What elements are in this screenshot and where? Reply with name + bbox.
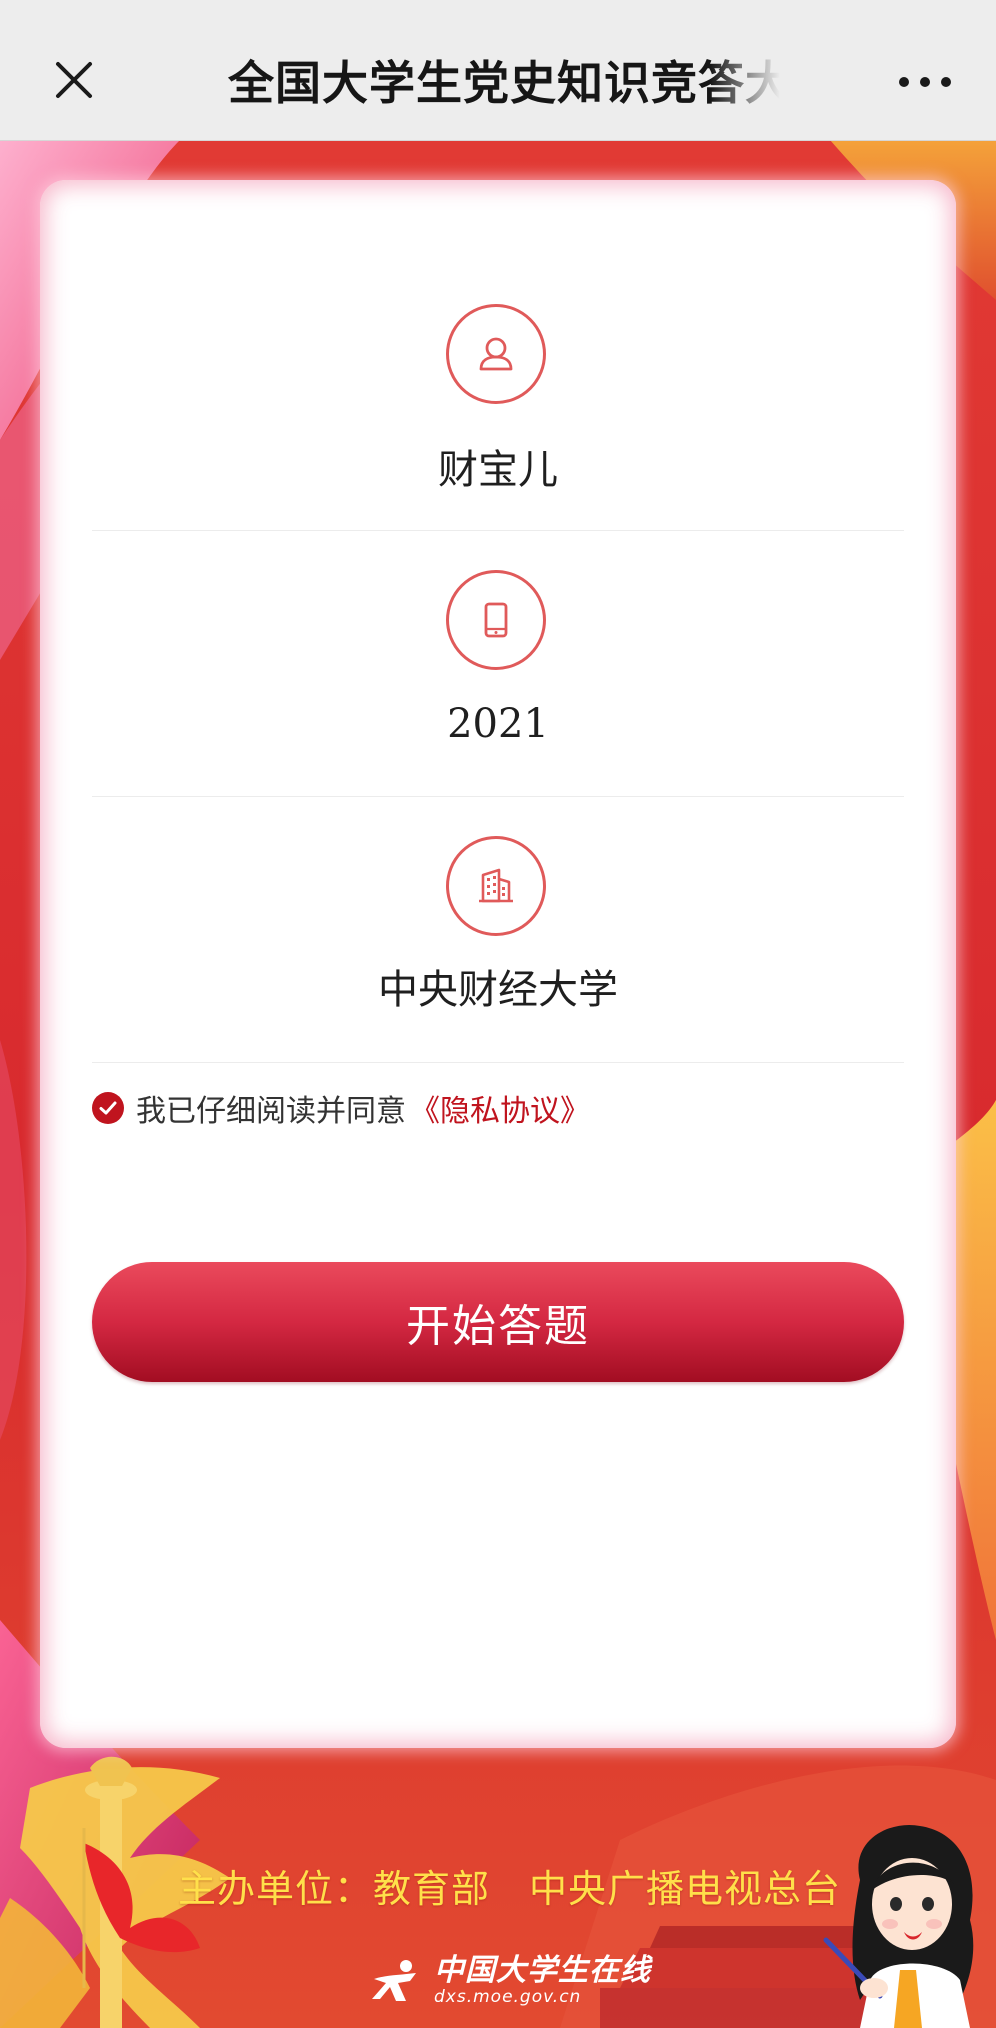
page-title-text: 全国大学生党史知识竞答大 <box>228 56 780 110</box>
school-value[interactable]: 中央财经大学 <box>92 962 904 1018</box>
sponsor-text: 主办单位：教育部 中央广播电视总台 <box>178 1867 842 1911</box>
privacy-agreement: 我已仔细阅读并同意 《隐私协议》 <box>92 1086 590 1130</box>
page-title: 全国大学生党史知识竞答大 <box>228 48 780 118</box>
privacy-policy-link[interactable]: 《隐私协议》 <box>410 1086 590 1130</box>
site-logo: 中国大学生在线 dxs.moe.gov.cn <box>370 1956 651 2006</box>
site-name: 中国大学生在线 <box>434 1953 651 1988</box>
more-dots-icon[interactable] <box>890 50 960 110</box>
login-card: 财宝儿 2021 中央财经大学 我已仔细阅读并同意 《隐私协议》 开始答题 <box>40 180 956 1748</box>
close-icon[interactable] <box>44 50 104 110</box>
user-icon <box>446 304 546 404</box>
name-value[interactable]: 财宝儿 <box>92 442 904 498</box>
checkbox-checked-icon[interactable] <box>92 1092 124 1124</box>
phone-value[interactable]: 2021 <box>92 696 904 752</box>
mascot-illustration <box>823 1824 974 2028</box>
title-fade <box>710 48 780 118</box>
building-icon <box>446 836 546 936</box>
agree-text: 我已仔细阅读并同意 <box>136 1094 406 1129</box>
start-quiz-button[interactable]: 开始答题 <box>92 1262 904 1382</box>
name-field: 财宝儿 <box>92 180 904 531</box>
school-field: 中央财经大学 <box>92 796 904 1063</box>
site-logo-icon <box>372 1960 416 2001</box>
top-nav-bar: 全国大学生党史知识竞答大 <box>0 0 996 141</box>
phone-icon <box>446 570 546 670</box>
phone-field: 2021 <box>92 530 904 797</box>
site-url: dxs.moe.gov.cn <box>434 1987 582 2007</box>
